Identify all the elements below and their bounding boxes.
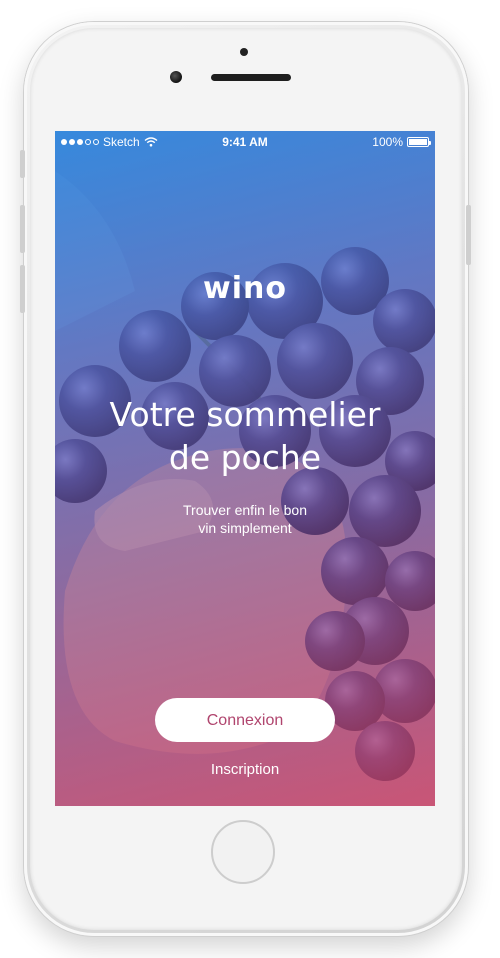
home-button[interactable] (211, 820, 275, 884)
front-camera-icon (170, 71, 182, 83)
headline: Votre sommelier de poche (55, 393, 435, 479)
mute-switch (20, 150, 25, 178)
wino-logo: wino (203, 271, 287, 306)
volume-down-button (20, 265, 25, 313)
tagline-line-1: Trouver enfin le bon (183, 502, 307, 518)
proximity-sensor (240, 48, 248, 56)
stage: Sketch 9:41 AM 100% wino Votre sommelier… (0, 0, 500, 958)
status-right: 100% (372, 135, 431, 149)
earpiece-speaker (211, 74, 291, 81)
power-button (466, 205, 471, 265)
app-screen: Sketch 9:41 AM 100% wino Votre sommelier… (55, 131, 435, 806)
status-bar: Sketch 9:41 AM 100% (55, 131, 435, 153)
signup-link[interactable]: Inscription (55, 761, 435, 778)
login-button[interactable]: Connexion (155, 698, 335, 742)
tagline: Trouver enfin le bon vin simplement (55, 501, 435, 537)
volume-up-button (20, 205, 25, 253)
battery-percent: 100% (372, 135, 403, 149)
battery-fill (409, 139, 427, 145)
headline-line-1: Votre sommelier (109, 395, 381, 434)
tagline-line-2: vin simplement (198, 520, 292, 536)
battery-icon (407, 137, 431, 147)
headline-line-2: de poche (168, 438, 322, 477)
